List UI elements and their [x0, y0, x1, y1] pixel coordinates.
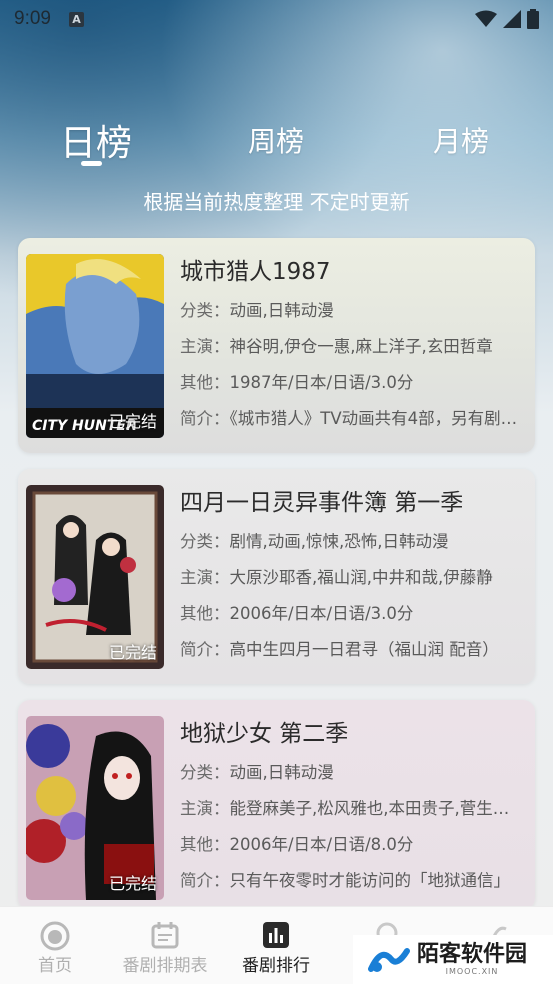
ranking-tabs: 日榜 周榜 月榜	[0, 110, 553, 170]
status-bar: 9:09 A	[0, 0, 553, 38]
watermark-sub: IMOOC.XIN	[445, 967, 499, 976]
item-intro: 简介：高中生四月一日君寻（福山润 配音）	[180, 640, 499, 659]
item-cast: 主演：能登麻美子,松风雅也,本田贵子,菅生隆之	[180, 799, 525, 818]
tab-monthly[interactable]: 月榜	[433, 120, 489, 160]
watermark-logo	[368, 947, 410, 972]
item-cast: 主演：大原沙耶香,福山润,中井和哉,伊藤静	[180, 568, 493, 587]
item-title[interactable]: 四月一日灵异事件簿 第一季	[180, 487, 525, 519]
item-other: 其他：1987年/日本/日语/3.0分	[180, 373, 414, 392]
tab-indicator	[81, 161, 102, 166]
wifi-icon	[475, 10, 497, 27]
status-badge: 已完结	[108, 412, 157, 431]
calendar-icon	[151, 922, 179, 949]
watermark: 陌客软件园 IMOOC.XIN	[353, 935, 553, 984]
ranking-icon	[263, 922, 289, 948]
item-category: 分类：剧情,动画,惊悚,恐怖,日韩动漫	[180, 532, 449, 551]
nav-home-label: 首页	[38, 956, 72, 976]
nav-home[interactable]: 首页	[0, 907, 110, 984]
home-icon	[40, 921, 70, 951]
list-item[interactable]: 已完结 地狱少女 第二季 分类：动画,日韩动漫 主演：能登麻美子,松风雅也,本田…	[18, 700, 535, 910]
nav-ranking-label: 番剧排行	[242, 956, 310, 976]
status-badge: 已完结	[108, 874, 157, 893]
item-title[interactable]: 地狱少女 第二季	[180, 718, 525, 750]
item-title[interactable]: 城市猎人1987	[180, 256, 525, 288]
nav-schedule-label: 番剧排期表	[122, 956, 208, 976]
battery-icon	[527, 9, 539, 29]
poster-image: CITY HUNTER 已完结	[26, 254, 164, 438]
item-intro: 简介：只有午夜零时才能访问的「地狱通信」	[180, 871, 510, 890]
poster-image: 已完结	[26, 716, 164, 900]
poster-image: 已完结	[26, 485, 164, 669]
subtitle: 根据当前热度整理 不定时更新	[143, 190, 410, 214]
notification-icon: A	[68, 11, 84, 27]
tab-daily[interactable]: 日榜	[60, 114, 132, 166]
item-category: 分类：动画,日韩动漫	[180, 301, 334, 320]
nav-ranking[interactable]: 番剧排行	[221, 907, 331, 984]
item-intro: 简介：《城市猎人》TV动画共有4部，另有剧场版	[180, 409, 525, 428]
status-time: 9:09	[14, 8, 51, 29]
list-item[interactable]: CITY HUNTER 已完结 城市猎人1987 分类：动画,日韩动漫 主演：神…	[18, 238, 535, 453]
watermark-name: 陌客软件园	[417, 942, 528, 967]
item-other: 其他：2006年/日本/日语/8.0分	[180, 835, 414, 854]
status-badge: 已完结	[108, 643, 157, 662]
signal-icon	[503, 10, 521, 28]
item-cast: 主演：神谷明,伊仓一惠,麻上洋子,玄田哲章	[180, 337, 493, 356]
nav-schedule[interactable]: 番剧排期表	[110, 907, 220, 984]
item-other: 其他：2006年/日本/日语/3.0分	[180, 604, 414, 623]
item-category: 分类：动画,日韩动漫	[180, 763, 334, 782]
list-item[interactable]: 已完结 四月一日灵异事件簿 第一季 分类：剧情,动画,惊悚,恐怖,日韩动漫 主演…	[18, 469, 535, 684]
tab-weekly[interactable]: 周榜	[248, 120, 304, 160]
